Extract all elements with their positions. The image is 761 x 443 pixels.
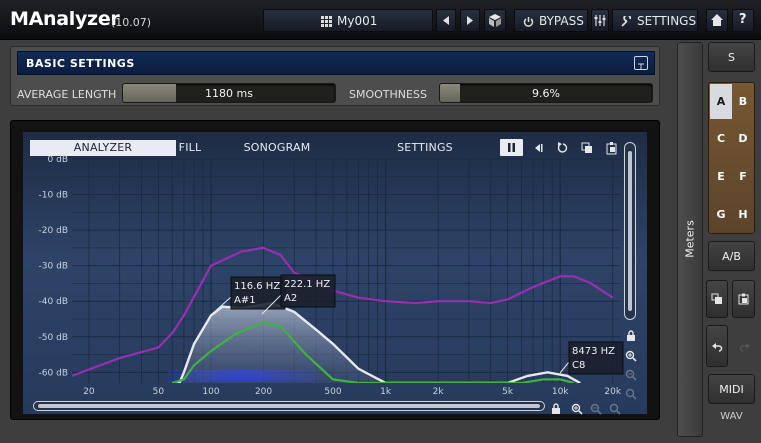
meters-toggle[interactable]: Meters: [677, 42, 703, 437]
preset-slot-h[interactable]: H: [732, 197, 754, 232]
basic-settings-panel: BASIC SETTINGS AVERAGE LENGTH 1180 ms SM…: [10, 46, 660, 106]
copy-icon: [711, 293, 722, 304]
v-zoom-in-button[interactable]: [625, 347, 637, 366]
header-bar: MAnalyzer (10.07) My001 BYPASS SETTINGS: [0, 0, 761, 40]
reset-icon: [557, 142, 568, 153]
preset-name-button[interactable]: My001: [321, 10, 377, 32]
zoom-out-icon: [590, 403, 602, 415]
zoom-reset-icon: [609, 403, 621, 415]
preset-slot-g[interactable]: G: [710, 197, 732, 232]
midi-label: MIDI: [719, 382, 744, 396]
meters-label: Meters: [683, 220, 697, 258]
midi-button[interactable]: MIDI: [708, 374, 755, 404]
step-back-icon: [535, 144, 543, 152]
preset-slot-b[interactable]: B: [732, 84, 754, 119]
analyzer-background: [23, 132, 647, 414]
v-zoom-reset-button[interactable]: [625, 385, 637, 404]
preset-grid-icon: [321, 15, 332, 27]
bypass-button-content[interactable]: BYPASS: [523, 10, 584, 32]
v-lock-button[interactable]: [625, 327, 637, 346]
app-version: (10.07): [111, 16, 152, 29]
vertical-scrollbar[interactable]: [624, 142, 636, 320]
h-zoom-out-button[interactable]: [590, 400, 602, 419]
settings-button-content[interactable]: SETTINGS: [621, 10, 696, 32]
tab-fill[interactable]: FILL: [176, 140, 204, 156]
paste-state-button[interactable]: [732, 280, 755, 318]
panel-menu-icon: [638, 63, 644, 70]
basic-settings-title: BASIC SETTINGS: [26, 57, 135, 70]
settings-label: SETTINGS: [637, 14, 697, 28]
copy-state-button[interactable]: [706, 280, 728, 318]
lock-icon: [627, 330, 635, 341]
v-zoom-out-button[interactable]: [625, 366, 637, 385]
triangle-right-icon: [467, 16, 473, 25]
redo-button[interactable]: [732, 325, 755, 367]
wrench-icon: [621, 15, 632, 27]
pause-icon: [508, 143, 515, 152]
h-lock-button[interactable]: [550, 400, 562, 419]
smoothness-label: SMOOTHNESS: [349, 88, 427, 101]
horizontal-scroll-thumb[interactable]: [38, 404, 540, 408]
paste-icon: [606, 142, 617, 155]
power-icon: [523, 16, 534, 27]
preset-slot-a[interactable]: A: [710, 84, 732, 119]
next-preset-button[interactable]: [460, 9, 480, 32]
undo-button[interactable]: [706, 325, 728, 367]
home-icon: [711, 14, 723, 26]
home-button[interactable]: [706, 9, 728, 32]
ab-button[interactable]: A/B: [708, 241, 755, 271]
app-title: MAnalyzer: [10, 8, 120, 30]
smoothness-value: 9.6%: [532, 87, 560, 100]
options-button[interactable]: [591, 9, 609, 32]
preset-slot-d[interactable]: D: [732, 121, 754, 156]
zoom-in-icon: [625, 350, 637, 362]
sliders-icon: [594, 15, 606, 26]
prev-preset-button[interactable]: [436, 9, 456, 32]
bypass-label: BYPASS: [539, 14, 584, 28]
average-length-value: 1180 ms: [205, 87, 253, 100]
random-preset-button[interactable]: [484, 9, 506, 32]
paste-button[interactable]: [605, 140, 619, 159]
triangle-left-icon: [443, 16, 449, 25]
analyzer-tabs: ANALYZER FILL SONOGRAM SETTINGS: [30, 140, 640, 156]
reset-button[interactable]: [555, 140, 569, 159]
ab-label: A/B: [722, 249, 741, 263]
s-label: S: [728, 50, 735, 64]
copy-button[interactable]: [580, 140, 594, 159]
tab-sonogram[interactable]: SONOGRAM: [240, 140, 314, 156]
tab-analyzer[interactable]: ANALYZER: [30, 140, 176, 156]
dice-icon: [489, 14, 501, 27]
h-zoom-reset-button[interactable]: [609, 400, 621, 419]
vertical-scroll-thumb[interactable]: [628, 151, 632, 311]
basic-settings-header: BASIC SETTINGS: [17, 51, 655, 75]
panel-menu-button[interactable]: [634, 56, 648, 70]
help-button[interactable]: ?: [732, 9, 754, 32]
preset-slot-e[interactable]: E: [710, 159, 732, 194]
preset-slots: A B C D E F G H: [708, 82, 755, 234]
zoom-out-icon: [625, 369, 637, 381]
pause-button[interactable]: [500, 139, 523, 156]
h-zoom-in-button[interactable]: [571, 400, 583, 419]
smoothness-slider[interactable]: 9.6%: [439, 83, 653, 103]
average-length-slider[interactable]: 1180 ms: [122, 83, 336, 103]
wav-button[interactable]: WAV: [708, 411, 755, 422]
freeze-button[interactable]: [531, 140, 545, 159]
zoom-reset-icon: [625, 388, 637, 400]
average-length-label: AVERAGE LENGTH: [17, 88, 117, 101]
paste-icon: [738, 293, 748, 305]
preset-slot-c[interactable]: C: [710, 121, 732, 156]
preset-slot-f[interactable]: F: [732, 159, 754, 194]
undo-icon: [712, 343, 723, 352]
preset-name: My001: [337, 14, 378, 28]
redo-icon: [739, 343, 750, 352]
zoom-in-icon: [571, 403, 583, 415]
copy-icon: [581, 142, 592, 153]
horizontal-scrollbar[interactable]: [33, 401, 545, 411]
question-mark-icon: ?: [739, 12, 747, 27]
tab-settings[interactable]: SETTINGS: [392, 140, 458, 156]
lock-icon: [552, 403, 560, 414]
s-button[interactable]: S: [708, 42, 755, 72]
